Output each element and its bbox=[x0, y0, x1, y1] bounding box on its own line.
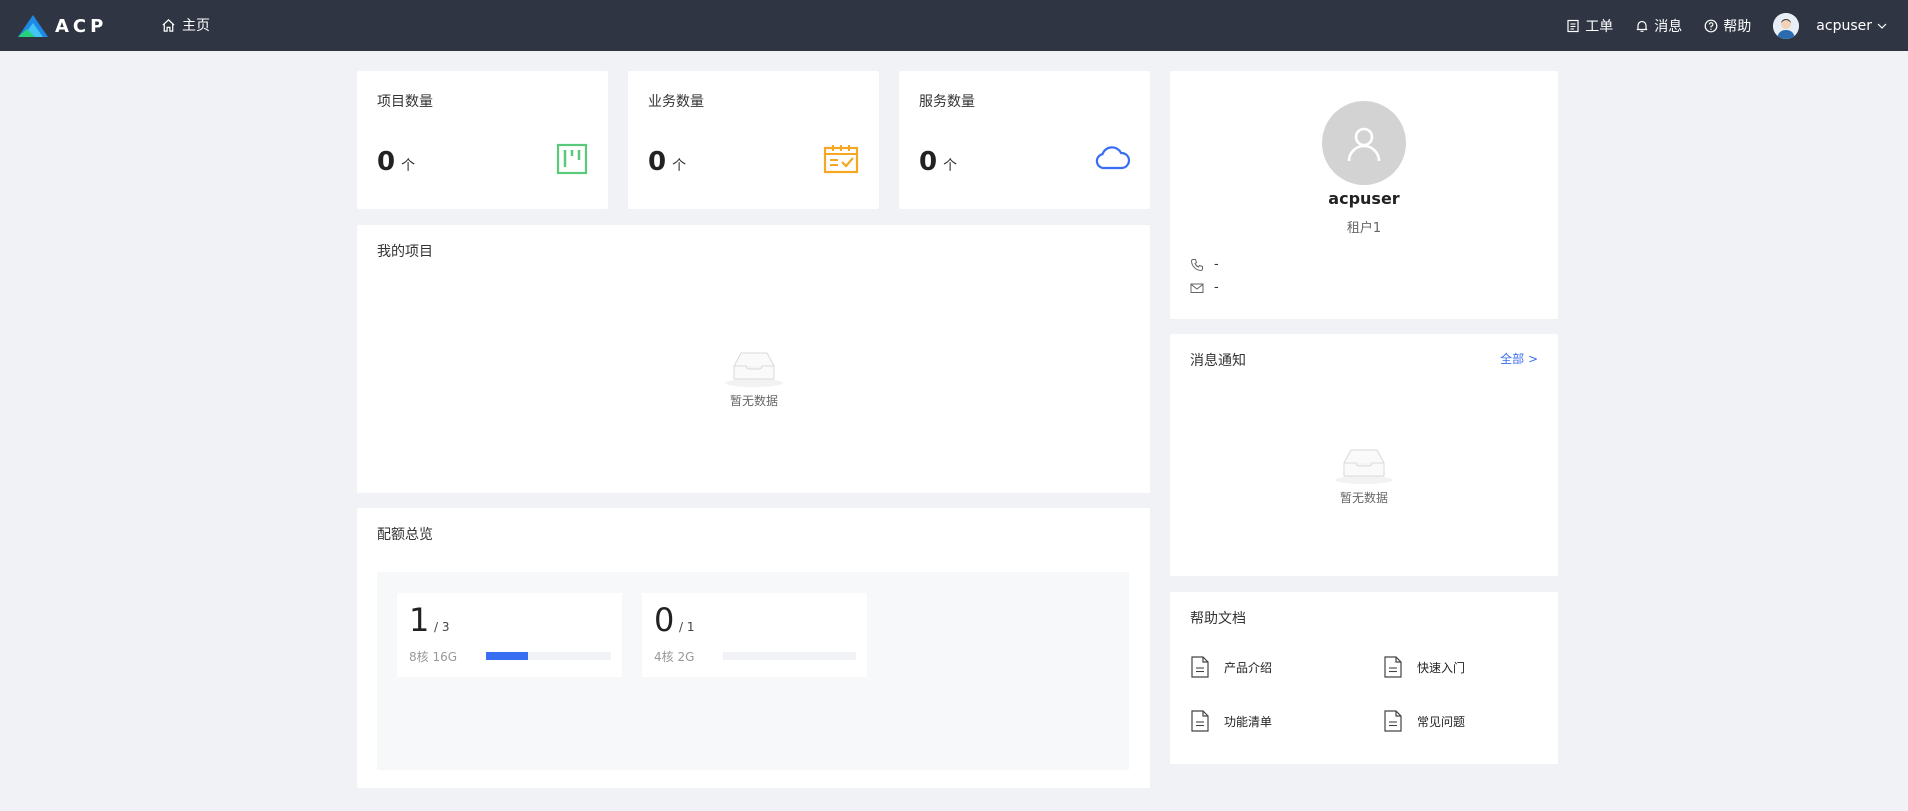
quota-total: / 1 bbox=[679, 620, 695, 634]
my-projects-card: 我的项目 暂无数据 bbox=[357, 225, 1150, 493]
quota-title: 配额总览 bbox=[377, 527, 433, 543]
stat-title: 业务数量 bbox=[648, 94, 704, 110]
doc-label: 产品介绍 bbox=[1224, 660, 1273, 675]
quota-progress-bar bbox=[723, 652, 856, 660]
view-all-link[interactable]: 全部 > bbox=[1500, 350, 1538, 367]
profile-tenant: 租户1 bbox=[1346, 221, 1382, 236]
stat-card-services: 服务数量 0 个 bbox=[899, 71, 1150, 209]
phone-value: - bbox=[1214, 257, 1219, 272]
stat-card-projects: 项目数量 0 个 bbox=[357, 71, 608, 209]
empty-text: 暂无数据 bbox=[729, 394, 778, 408]
doc-link-feature-list[interactable]: 功能清单 bbox=[1190, 710, 1272, 732]
doc-link-quick-start[interactable]: 快速入门 bbox=[1383, 656, 1465, 678]
stat-number: 0 bbox=[919, 147, 938, 177]
email-row: - bbox=[1190, 280, 1219, 295]
quota-item: 1 / 3 8核 16G bbox=[397, 593, 622, 677]
stat-number: 0 bbox=[377, 147, 396, 177]
doc-label: 功能清单 bbox=[1224, 714, 1273, 729]
profile-card: acpuser 租户1 - - bbox=[1170, 71, 1558, 319]
home-icon bbox=[162, 18, 175, 32]
profile-name: acpuser bbox=[1328, 189, 1400, 208]
help-icon bbox=[1704, 19, 1718, 32]
chevron-down-icon bbox=[1877, 23, 1887, 29]
username-label: acpuser bbox=[1816, 17, 1872, 34]
cloud-icon bbox=[1095, 146, 1130, 170]
quota-used: 1 bbox=[409, 601, 430, 639]
logo[interactable]: ACP bbox=[17, 13, 107, 39]
ticket-icon bbox=[1567, 19, 1579, 32]
nav-home[interactable]: 主页 bbox=[161, 15, 210, 35]
help-docs-card: 帮助文档 产品介绍 快速入门 功能清单 常见问题 bbox=[1170, 592, 1558, 764]
quota-progress-bar bbox=[486, 652, 611, 660]
top-navbar: ACP 主页 工单 消息 帮助 acpuser bbox=[0, 0, 1908, 51]
notifications-card: 消息通知 全部 > 暂无数据 bbox=[1170, 334, 1558, 576]
phone-icon bbox=[1190, 258, 1203, 271]
quota-item: 0 / 1 4核 2G bbox=[642, 593, 867, 677]
bell-icon bbox=[1637, 20, 1648, 32]
email-value: - bbox=[1214, 280, 1219, 295]
stat-number: 0 bbox=[648, 147, 667, 177]
help-docs-title: 帮助文档 bbox=[1190, 611, 1246, 627]
quota-area: 1 / 3 8核 16G 0 / 1 4核 2G bbox=[377, 572, 1129, 770]
logo-text: ACP bbox=[55, 15, 108, 37]
empty-inbox-icon bbox=[725, 352, 783, 387]
quota-spec: 8核 16G bbox=[409, 650, 458, 664]
nav-home-label: 主页 bbox=[182, 18, 210, 34]
messages-label: 消息 bbox=[1654, 18, 1683, 35]
doc-label: 常见问题 bbox=[1417, 714, 1466, 729]
quota-spec: 4核 2G bbox=[654, 650, 695, 664]
document-icon bbox=[1191, 710, 1209, 732]
stat-title: 项目数量 bbox=[377, 94, 433, 110]
quota-overview-card: 配额总览 1 / 3 8核 16G 0 / 1 4核 2G bbox=[357, 508, 1150, 788]
help-label: 帮助 bbox=[1723, 18, 1752, 35]
help-link[interactable]: 帮助 bbox=[1704, 16, 1751, 36]
avatar-icon bbox=[1773, 12, 1800, 39]
user-avatar[interactable] bbox=[1773, 12, 1800, 39]
stat-title: 服务数量 bbox=[919, 94, 975, 110]
stat-unit: 个 bbox=[943, 158, 958, 174]
document-icon bbox=[1384, 656, 1402, 678]
document-icon bbox=[1384, 710, 1402, 732]
notifications-title: 消息通知 bbox=[1190, 353, 1246, 369]
stat-unit: 个 bbox=[672, 158, 687, 174]
phone-row: - bbox=[1190, 257, 1219, 272]
empty-state: 暂无数据 bbox=[723, 348, 785, 409]
ticket-link[interactable]: 工单 bbox=[1566, 16, 1613, 36]
profile-avatar bbox=[1322, 101, 1406, 185]
quota-progress-fill bbox=[486, 652, 528, 660]
calendar-check-icon bbox=[823, 145, 859, 174]
stat-unit: 个 bbox=[401, 158, 416, 174]
user-icon bbox=[1347, 127, 1381, 162]
doc-link-faq[interactable]: 常见问题 bbox=[1383, 710, 1465, 732]
my-projects-title: 我的项目 bbox=[377, 244, 433, 260]
stat-card-business: 业务数量 0 个 bbox=[628, 71, 879, 209]
user-menu[interactable]: acpuser bbox=[1816, 18, 1888, 34]
doc-link-product-intro[interactable]: 产品介绍 bbox=[1190, 656, 1272, 678]
empty-text: 暂无数据 bbox=[1339, 491, 1388, 505]
quota-used: 0 bbox=[654, 601, 675, 639]
mail-icon bbox=[1190, 283, 1204, 293]
ticket-label: 工单 bbox=[1585, 18, 1614, 35]
quota-total: / 3 bbox=[434, 620, 450, 634]
acp-logo-icon bbox=[18, 15, 48, 37]
empty-inbox-icon bbox=[1335, 449, 1393, 484]
doc-label: 快速入门 bbox=[1417, 660, 1466, 675]
messages-link[interactable]: 消息 bbox=[1635, 16, 1682, 36]
empty-state: 暂无数据 bbox=[1333, 445, 1395, 506]
project-board-icon bbox=[556, 143, 588, 175]
document-icon bbox=[1191, 656, 1209, 678]
